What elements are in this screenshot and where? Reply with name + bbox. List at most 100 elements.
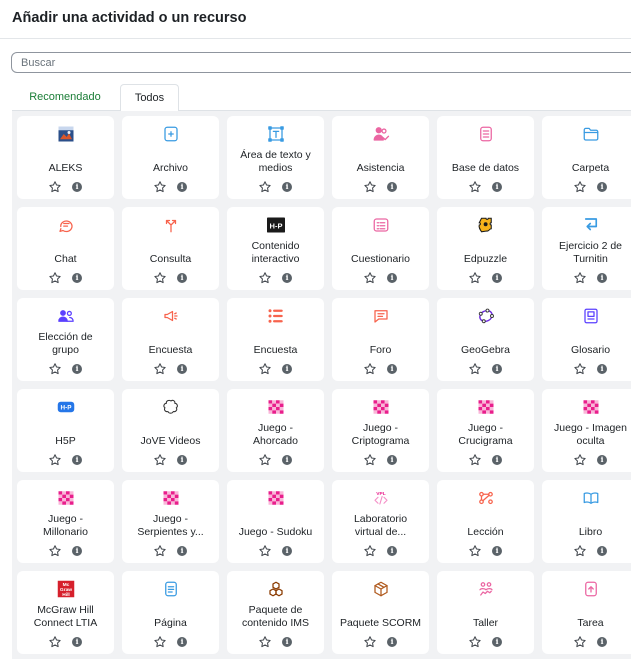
star-outline-icon[interactable] (363, 635, 377, 649)
activity-card[interactable]: ALEKS i (17, 116, 114, 199)
activity-card[interactable]: Paquete SCORM i (332, 571, 429, 654)
info-icon[interactable]: i (597, 546, 607, 556)
activity-card[interactable]: Juego - Imagen oculta i (542, 389, 631, 472)
activity-card[interactable]: Juego - Serpientes y... i (122, 480, 219, 563)
activity-card[interactable]: Juego - Sudoku i (227, 480, 324, 563)
activity-card[interactable]: Juego - Crucigrama i (437, 389, 534, 472)
star-outline-icon[interactable] (48, 453, 62, 467)
info-icon[interactable]: i (492, 273, 502, 283)
star-outline-icon[interactable] (363, 453, 377, 467)
info-icon[interactable]: i (492, 364, 502, 374)
info-icon[interactable]: i (387, 637, 397, 647)
info-icon[interactable]: i (492, 455, 502, 465)
info-icon[interactable]: i (72, 637, 82, 647)
activity-card[interactable]: Encuesta i (227, 298, 324, 381)
info-icon[interactable]: i (387, 546, 397, 556)
star-outline-icon[interactable] (468, 271, 482, 285)
info-icon[interactable]: i (387, 182, 397, 192)
info-icon[interactable]: i (597, 182, 607, 192)
star-outline-icon[interactable] (573, 362, 587, 376)
info-icon[interactable]: i (72, 546, 82, 556)
activity-card[interactable]: Chat i (17, 207, 114, 290)
star-outline-icon[interactable] (468, 180, 482, 194)
activity-card[interactable]: Cuestionario i (332, 207, 429, 290)
star-outline-icon[interactable] (573, 544, 587, 558)
activity-card[interactable]: Base de datos i (437, 116, 534, 199)
info-icon[interactable]: i (177, 455, 187, 465)
star-outline-icon[interactable] (48, 271, 62, 285)
tab-all[interactable]: Todos (120, 84, 179, 112)
star-outline-icon[interactable] (573, 271, 587, 285)
star-outline-icon[interactable] (363, 544, 377, 558)
star-outline-icon[interactable] (153, 453, 167, 467)
tab-recommended[interactable]: Recomendado (12, 84, 118, 111)
star-outline-icon[interactable] (153, 635, 167, 649)
activity-card[interactable]: Juego - Ahorcado i (227, 389, 324, 472)
activity-card[interactable]: Juego - Millonario i (17, 480, 114, 563)
star-outline-icon[interactable] (153, 362, 167, 376)
activity-card[interactable]: Edpuzzle i (437, 207, 534, 290)
info-icon[interactable]: i (492, 546, 502, 556)
star-outline-icon[interactable] (573, 180, 587, 194)
star-outline-icon[interactable] (258, 271, 272, 285)
info-icon[interactable]: i (597, 637, 607, 647)
info-icon[interactable]: i (282, 273, 292, 283)
info-icon[interactable]: i (282, 637, 292, 647)
activity-card[interactable]: GeoGebra i (437, 298, 534, 381)
activity-card[interactable]: Juego - Criptograma i (332, 389, 429, 472)
activity-card[interactable]: Libro i (542, 480, 631, 563)
info-icon[interactable]: i (597, 273, 607, 283)
star-outline-icon[interactable] (258, 635, 272, 649)
activity-card[interactable]: Paquete de contenido IMS i (227, 571, 324, 654)
activity-card[interactable]: Foro i (332, 298, 429, 381)
activity-card[interactable]: Página i (122, 571, 219, 654)
star-outline-icon[interactable] (468, 544, 482, 558)
star-outline-icon[interactable] (258, 362, 272, 376)
info-icon[interactable]: i (72, 273, 82, 283)
activity-card[interactable]: Área de texto y medios i (227, 116, 324, 199)
star-outline-icon[interactable] (48, 635, 62, 649)
info-icon[interactable]: i (387, 273, 397, 283)
info-icon[interactable]: i (177, 273, 187, 283)
activity-card[interactable]: H-P H5P i (17, 389, 114, 472)
info-icon[interactable]: i (282, 364, 292, 374)
info-icon[interactable]: i (177, 546, 187, 556)
star-outline-icon[interactable] (468, 453, 482, 467)
activity-card[interactable]: Tarea i (542, 571, 631, 654)
star-outline-icon[interactable] (363, 271, 377, 285)
star-outline-icon[interactable] (153, 180, 167, 194)
activity-card[interactable]: Lección i (437, 480, 534, 563)
star-outline-icon[interactable] (468, 362, 482, 376)
search-input[interactable] (11, 52, 631, 73)
activity-card[interactable]: Elección de grupo i (17, 298, 114, 381)
star-outline-icon[interactable] (363, 180, 377, 194)
star-outline-icon[interactable] (153, 271, 167, 285)
info-icon[interactable]: i (387, 364, 397, 374)
activity-card[interactable]: Consulta i (122, 207, 219, 290)
info-icon[interactable]: i (387, 455, 397, 465)
info-icon[interactable]: i (492, 182, 502, 192)
activity-card[interactable]: Ejercicio 2 de Turnitin i (542, 207, 631, 290)
info-icon[interactable]: i (597, 455, 607, 465)
info-icon[interactable]: i (177, 364, 187, 374)
info-icon[interactable]: i (492, 637, 502, 647)
info-icon[interactable]: i (177, 182, 187, 192)
star-outline-icon[interactable] (258, 544, 272, 558)
star-outline-icon[interactable] (258, 453, 272, 467)
star-outline-icon[interactable] (573, 453, 587, 467)
activity-card[interactable]: VPL Laboratorio virtual de... i (332, 480, 429, 563)
star-outline-icon[interactable] (153, 544, 167, 558)
activity-card[interactable]: Carpeta i (542, 116, 631, 199)
star-outline-icon[interactable] (573, 635, 587, 649)
info-icon[interactable]: i (282, 182, 292, 192)
activity-card[interactable]: Archivo i (122, 116, 219, 199)
info-icon[interactable]: i (282, 546, 292, 556)
star-outline-icon[interactable] (48, 180, 62, 194)
activity-card[interactable]: JoVE Videos i (122, 389, 219, 472)
activity-card[interactable]: Mc Graw Hill McGraw Hill Connect LTIA i (17, 571, 114, 654)
info-icon[interactable]: i (72, 455, 82, 465)
info-icon[interactable]: i (177, 637, 187, 647)
star-outline-icon[interactable] (48, 544, 62, 558)
info-icon[interactable]: i (282, 455, 292, 465)
star-outline-icon[interactable] (468, 635, 482, 649)
